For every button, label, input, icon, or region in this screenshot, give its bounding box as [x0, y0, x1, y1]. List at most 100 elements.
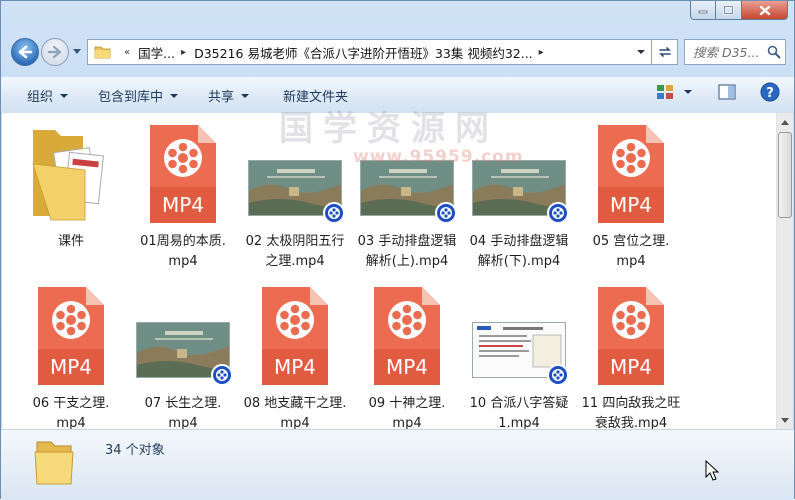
file-list: 课件 MP4 01周易的本质. mp4 02 太极阴阳五行 之理.mp4 03 手动排盘逻辑…	[2, 113, 793, 429]
file-name: 08 地支藏干之理. mp4	[239, 394, 351, 429]
minimize-button[interactable]	[690, 1, 716, 20]
recent-pages-dropdown[interactable]	[73, 49, 81, 54]
mp4-file-icon: MP4	[598, 287, 664, 385]
file-name: 07 长生之理. mp4	[127, 394, 239, 429]
video-badge-icon	[211, 364, 233, 386]
breadcrumb-overflow-icon[interactable]: «	[124, 47, 130, 58]
new-folder-button[interactable]: 新建文件夹	[271, 83, 360, 109]
organize-label: 组织	[27, 90, 54, 105]
back-button[interactable]	[11, 38, 39, 66]
dropdown-arrow-icon	[170, 93, 179, 98]
mp4-file-icon: MP4	[374, 287, 440, 385]
search-box[interactable]	[684, 39, 786, 65]
file-thumbnail: MP4	[127, 118, 239, 230]
file-name-line: 之理.mp4	[265, 254, 325, 269]
file-thumbnail: MP4	[15, 280, 127, 392]
file-name: 11 四向敌我之旺 衰敌我.mp4	[575, 394, 687, 429]
change-view-button[interactable]	[656, 84, 692, 100]
organize-menu[interactable]: 组织	[15, 83, 80, 109]
forward-button[interactable]	[41, 38, 69, 66]
file-item[interactable]: MP4 06 干支之理. mp4	[15, 280, 127, 429]
mp4-label: MP4	[610, 193, 652, 217]
file-name: 课件	[15, 232, 127, 252]
file-name-line: 02 太极阴阳五行	[245, 234, 345, 249]
details-pane: 34 个对象	[1, 429, 794, 500]
file-item[interactable]: 02 太极阴阳五行 之理.mp4	[239, 118, 351, 269]
file-item[interactable]: 07 长生之理. mp4	[127, 280, 239, 429]
file-item[interactable]: MP4 01周易的本质. mp4	[127, 118, 239, 269]
file-thumbnail	[463, 118, 575, 230]
share-menu[interactable]: 共享	[196, 83, 261, 109]
file-thumbnail	[351, 118, 463, 230]
file-name-line: 11 四向敌我之旺	[581, 396, 681, 411]
chevron-down-icon	[781, 417, 789, 423]
file-thumbnail	[463, 280, 575, 392]
search-icon[interactable]	[767, 45, 781, 59]
refresh-button[interactable]	[652, 39, 678, 65]
file-item[interactable]: 04 手动排盘逻辑 解析(下).mp4	[463, 118, 575, 269]
file-name-line: 1.mp4	[498, 416, 540, 429]
file-name-line: 05 宫位之理.	[592, 234, 670, 249]
preview-pane-icon[interactable]	[718, 84, 736, 100]
file-name: 03 手动排盘逻辑 解析(上).mp4	[351, 232, 463, 272]
file-item[interactable]: MP4 05 宫位之理. mp4	[575, 118, 687, 269]
address-history-icon[interactable]	[636, 48, 646, 56]
svg-text:?: ?	[766, 86, 774, 101]
help-icon[interactable]: ?	[760, 82, 780, 102]
dropdown-arrow-icon	[60, 93, 69, 98]
file-name-line: 03 手动排盘逻辑	[357, 234, 457, 249]
file-name-line: 04 手动排盘逻辑	[469, 234, 569, 249]
scrollbar-thumb[interactable]	[778, 132, 792, 218]
file-name-line: 07 长生之理.	[144, 396, 222, 411]
new-folder-label: 新建文件夹	[283, 90, 349, 105]
mp4-file-icon: MP4	[150, 125, 216, 223]
file-item[interactable]: MP4 09 十神之理. mp4	[351, 280, 463, 429]
arrow-right-icon	[47, 45, 62, 59]
breadcrumb-separator-icon[interactable]: ▸	[181, 47, 186, 58]
file-name: 02 太极阴阳五行 之理.mp4	[239, 232, 351, 272]
maximize-button[interactable]	[716, 1, 742, 20]
file-name: 01周易的本质. mp4	[127, 232, 239, 272]
file-name-line: mp4	[616, 254, 646, 269]
view-icon	[657, 85, 673, 99]
file-name-line: 08 地支藏干之理.	[243, 396, 347, 411]
explorer-window: « 国学... ▸ D35216 易城老师《合派八字进阶开悟班》33集 视频约3…	[0, 0, 795, 500]
minimize-icon	[698, 10, 708, 14]
file-item[interactable]: 03 手动排盘逻辑 解析(上).mp4	[351, 118, 463, 269]
mp4-file-icon: MP4	[262, 287, 328, 385]
breadcrumb-item[interactable]: 国学...	[138, 43, 175, 62]
folder-item[interactable]: 课件	[15, 118, 127, 268]
mp4-file-icon: MP4	[598, 125, 664, 223]
dropdown-arrow-icon	[684, 90, 692, 94]
item-count: 34 个对象	[105, 443, 165, 458]
file-thumbnail: MP4	[239, 280, 351, 392]
file-name-line: 01周易的本质.	[140, 234, 226, 249]
search-input[interactable]	[693, 44, 763, 60]
breadcrumb-separator-icon[interactable]: ▸	[539, 47, 544, 58]
include-in-library-menu[interactable]: 包含到库中	[86, 83, 190, 109]
file-name-line: 06 干支之理.	[32, 396, 110, 411]
scroll-up-button[interactable]	[778, 114, 792, 130]
arrow-left-icon	[18, 45, 33, 59]
mp4-label: MP4	[50, 355, 92, 379]
vertical-scrollbar[interactable]	[776, 113, 793, 429]
caption-buttons	[690, 1, 788, 20]
file-item[interactable]: MP4 08 地支藏干之理. mp4	[239, 280, 351, 429]
dropdown-arrow-icon	[241, 93, 250, 98]
file-name-line: mp4	[168, 416, 198, 429]
breadcrumb-item-current[interactable]: D35216 易城老师《合派八字进阶开悟班》33集 视频约32...	[194, 43, 533, 62]
video-badge-icon	[547, 202, 569, 224]
include-in-library-label: 包含到库中	[98, 90, 164, 105]
file-name: 10 合派八字答疑 1.mp4	[463, 394, 575, 429]
address-bar[interactable]: « 国学... ▸ D35216 易城老师《合派八字进阶开悟班》33集 视频约3…	[87, 39, 652, 65]
close-button[interactable]	[742, 1, 788, 20]
file-name-line: 解析(上).mp4	[365, 254, 449, 269]
mp4-label: MP4	[274, 355, 316, 379]
file-name-line: mp4	[56, 416, 86, 429]
file-item[interactable]: 10 合派八字答疑 1.mp4	[463, 280, 575, 429]
file-item[interactable]: MP4 11 四向敌我之旺 衰敌我.mp4	[575, 280, 687, 429]
mp4-label: MP4	[162, 193, 204, 217]
scroll-down-button[interactable]	[778, 412, 792, 428]
file-name-line: 09 十神之理.	[368, 396, 446, 411]
mp4-file-icon: MP4	[38, 287, 104, 385]
